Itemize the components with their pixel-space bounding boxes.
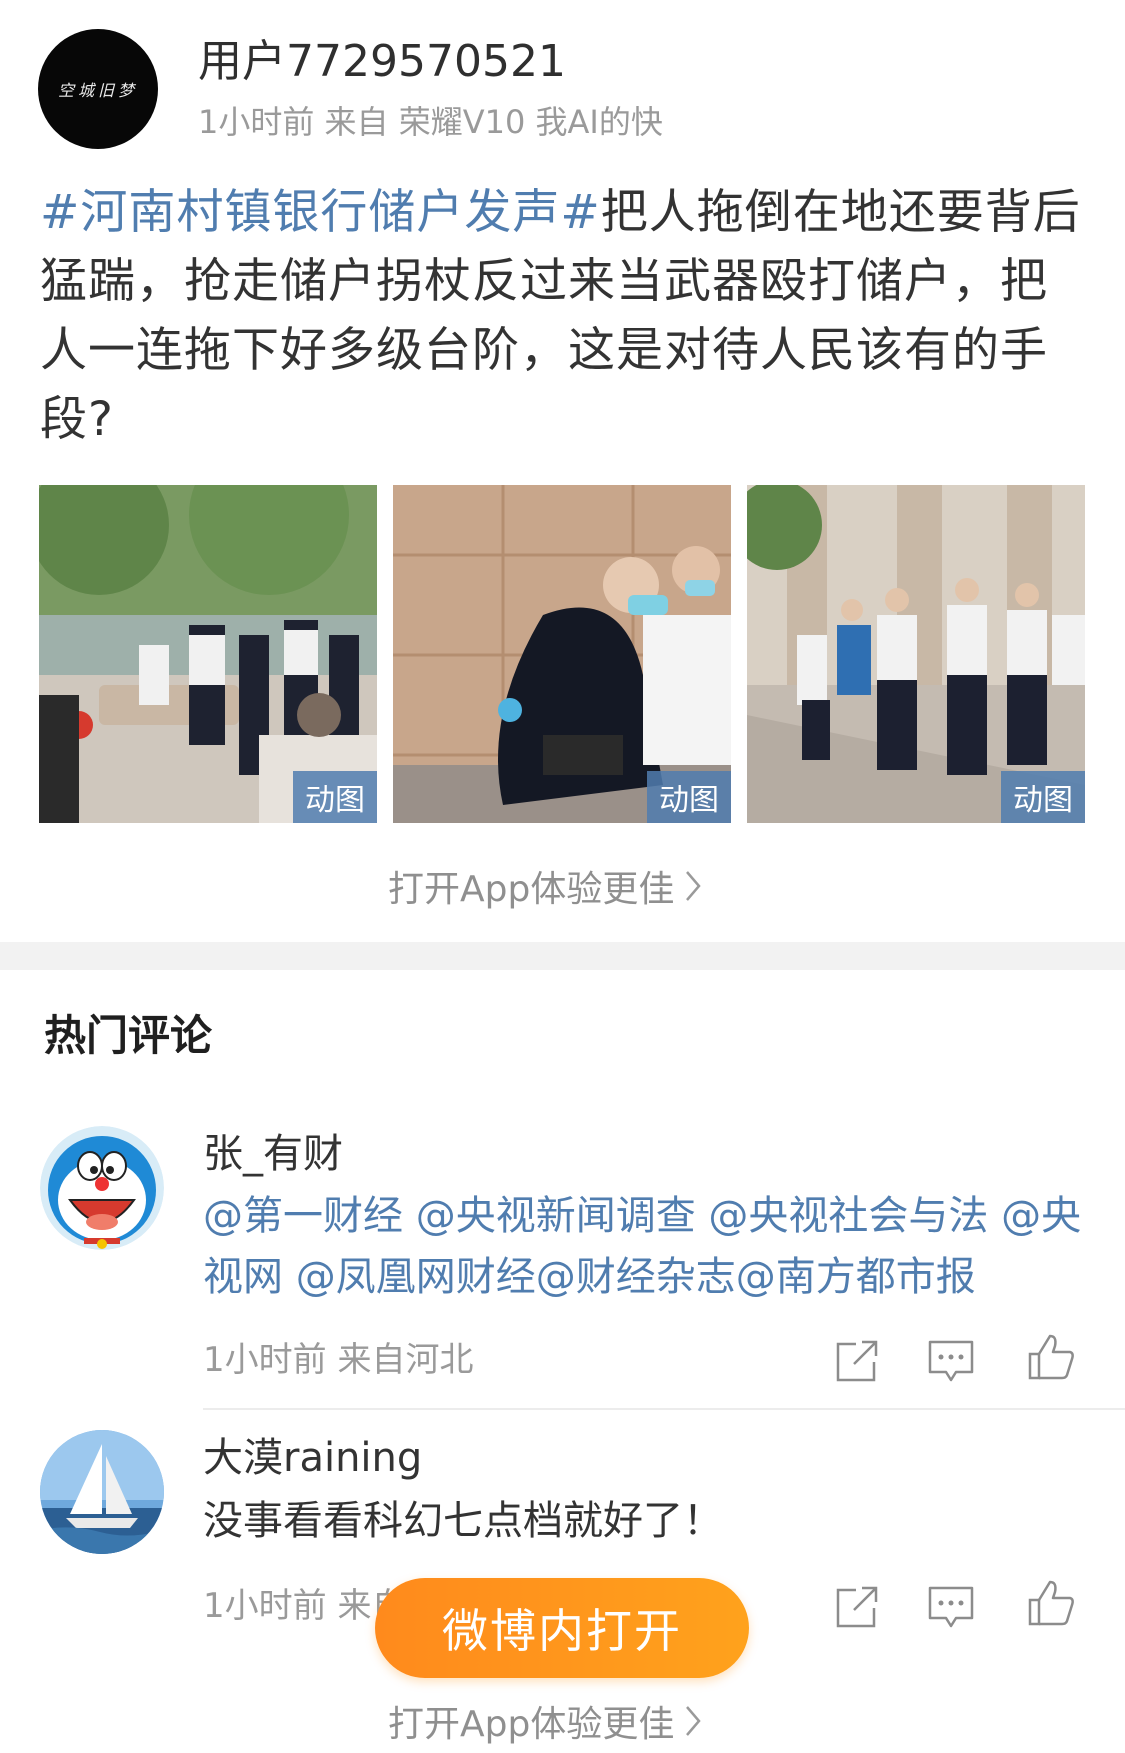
comment-avatar[interactable] <box>40 1126 164 1250</box>
post-username[interactable]: 用户7729570521 <box>198 34 566 90</box>
post-author-avatar[interactable]: 空城旧梦 <box>38 29 158 149</box>
post-meta: 1小时前 来自 荣耀V10 我AI的快 <box>198 103 663 141</box>
comment-divider <box>203 1408 1125 1410</box>
post-body: #河南村镇银行储户发声#把人拖倒在地还要背后猛踹，抢走储户拐杖反过来当武器殴打储… <box>40 178 1090 454</box>
comment-author[interactable]: 张_有财 <box>203 1128 343 1180</box>
post-image-1[interactable]: 动图 <box>39 485 377 823</box>
post-hashtag[interactable]: #河南村镇银行储户发声# <box>40 185 601 240</box>
gif-badge: 动图 <box>293 771 377 823</box>
like-icon[interactable] <box>1026 1578 1076 1628</box>
comment-avatar[interactable] <box>40 1430 164 1554</box>
chevron-right-icon <box>686 1706 701 1736</box>
post-image-3[interactable]: 动图 <box>747 485 1085 823</box>
hot-comments-title: 热门评论 <box>44 1011 213 1060</box>
comment-meta: 1小时前 来自河北 <box>203 1340 474 1380</box>
share-icon[interactable] <box>832 1336 882 1386</box>
comment-author[interactable]: 大漠raining <box>203 1432 422 1484</box>
open-app-label: 打开App体验更佳 <box>388 869 675 910</box>
open-app-label: 打开App体验更佳 <box>388 1704 675 1745</box>
section-divider <box>0 942 1125 970</box>
open-app-link[interactable]: 打开App体验更佳 <box>388 860 702 912</box>
gif-badge: 动图 <box>1001 771 1085 823</box>
avatar-logo-text: 空城旧梦 <box>57 81 138 100</box>
comment-icon[interactable] <box>926 1336 976 1386</box>
comment-text: 没事看看科幻七点档就好了！ <box>203 1498 723 1544</box>
like-icon[interactable] <box>1026 1332 1076 1382</box>
comment-icon[interactable] <box>926 1582 976 1632</box>
bottom-open-app-link[interactable]: 打开App体验更佳 <box>388 1695 702 1747</box>
comment-text[interactable]: @第一财经 @央视新闻调查 @央视社会与法 @央视网 @凤凰网财经@财经杂志@南… <box>203 1186 1093 1308</box>
post-image-2[interactable]: 动图 <box>393 485 731 823</box>
share-icon[interactable] <box>832 1582 882 1632</box>
open-in-weibo-button[interactable]: 微博内打开 <box>375 1578 749 1678</box>
gif-badge: 动图 <box>647 771 731 823</box>
chevron-right-icon <box>686 871 701 901</box>
